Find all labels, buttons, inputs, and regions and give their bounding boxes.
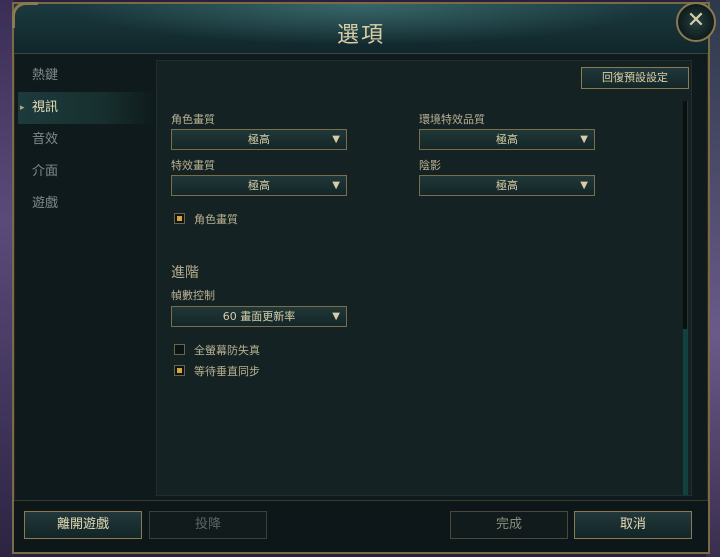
character-quality-label: 角色畫質	[171, 113, 215, 126]
done-button[interactable]: 完成	[450, 511, 568, 539]
chevron-down-icon: ▼	[332, 134, 340, 145]
frame-rate-label: 幀數控制	[171, 289, 215, 302]
scrollbar-thumb[interactable]	[683, 101, 688, 329]
sidebar-item-interface[interactable]: 介面	[18, 156, 156, 188]
character-inking-checkbox[interactable]	[174, 213, 185, 224]
sidebar-item-video[interactable]: ▸ 視訊	[18, 92, 156, 124]
sidebar-item-label: 熱鍵	[32, 68, 59, 83]
title-bar: 選項	[12, 2, 708, 54]
checkbox-label: 等待垂直同步	[194, 365, 260, 378]
character-quality-dropdown[interactable]: 極高 ▼	[171, 129, 347, 150]
shadows-dropdown[interactable]: 極高 ▼	[419, 175, 595, 196]
sidebar-item-label: 視訊	[32, 100, 59, 115]
sidebar-item-game[interactable]: 遊戲	[18, 188, 156, 220]
effects-quality-label: 特效畫質	[171, 159, 215, 172]
dropdown-value: 極高	[248, 179, 270, 192]
chevron-down-icon: ▼	[580, 180, 588, 191]
environment-quality-label: 環境特效品質	[419, 113, 485, 126]
effects-quality-dropdown[interactable]: 極高 ▼	[171, 175, 347, 196]
checkbox-label: 角色畫質	[194, 213, 238, 226]
cancel-button[interactable]: 取消	[574, 511, 692, 539]
environment-quality-dropdown[interactable]: 極高 ▼	[419, 129, 595, 150]
scrollbar[interactable]	[683, 101, 688, 495]
close-icon: ✕	[686, 8, 706, 33]
sidebar: 熱鍵 ▸ 視訊 音效 介面 遊戲	[18, 60, 156, 220]
dialog-footer: 離開遊戲 投降 完成 取消	[14, 500, 708, 552]
active-arrow-icon: ▸	[20, 103, 25, 113]
vsync-option[interactable]: 等待垂直同步	[174, 364, 314, 378]
dropdown-value: 極高	[496, 133, 518, 146]
sidebar-item-label: 遊戲	[32, 196, 59, 211]
chevron-down-icon: ▼	[332, 180, 340, 191]
shadows-label: 陰影	[419, 159, 441, 172]
dropdown-value: 極高	[496, 179, 518, 192]
leave-game-button[interactable]: 離開遊戲	[24, 511, 142, 539]
sidebar-item-label: 音效	[32, 132, 59, 147]
sidebar-item-hotkeys[interactable]: 熱鍵	[18, 60, 156, 92]
dropdown-value: 60 畫面更新率	[222, 310, 296, 323]
dialog-title: 選項	[336, 23, 385, 48]
options-dialog: 選項 ✕ 熱鍵 ▸ 視訊 音效 介面 遊戲 回復預設設定 角色畫質 極高 ▼ 環…	[12, 2, 716, 554]
chevron-down-icon: ▼	[580, 134, 588, 145]
sidebar-item-sound[interactable]: 音效	[18, 124, 156, 156]
surrender-button[interactable]: 投降	[149, 511, 267, 539]
checkbox-label: 全螢幕防失真	[194, 344, 260, 357]
close-button[interactable]: ✕	[676, 2, 716, 42]
reset-defaults-button[interactable]: 回復預設設定	[581, 67, 689, 89]
advanced-heading: 進階	[171, 265, 199, 281]
anti-aliasing-option[interactable]: 全螢幕防失真	[174, 343, 314, 357]
sidebar-item-label: 介面	[32, 164, 59, 179]
chevron-down-icon: ▼	[332, 311, 340, 322]
vsync-checkbox[interactable]	[174, 365, 185, 376]
dropdown-value: 極高	[248, 133, 270, 146]
frame-rate-dropdown[interactable]: 60 畫面更新率 ▼	[171, 306, 347, 327]
scrollbar-track-lower	[683, 329, 688, 495]
video-settings-panel: 回復預設設定 角色畫質 極高 ▼ 環境特效品質 極高 ▼ 特效畫質 極高 ▼ 陰…	[156, 60, 692, 496]
character-inking-option[interactable]: 角色畫質	[174, 212, 294, 226]
anti-aliasing-checkbox[interactable]	[174, 344, 185, 355]
